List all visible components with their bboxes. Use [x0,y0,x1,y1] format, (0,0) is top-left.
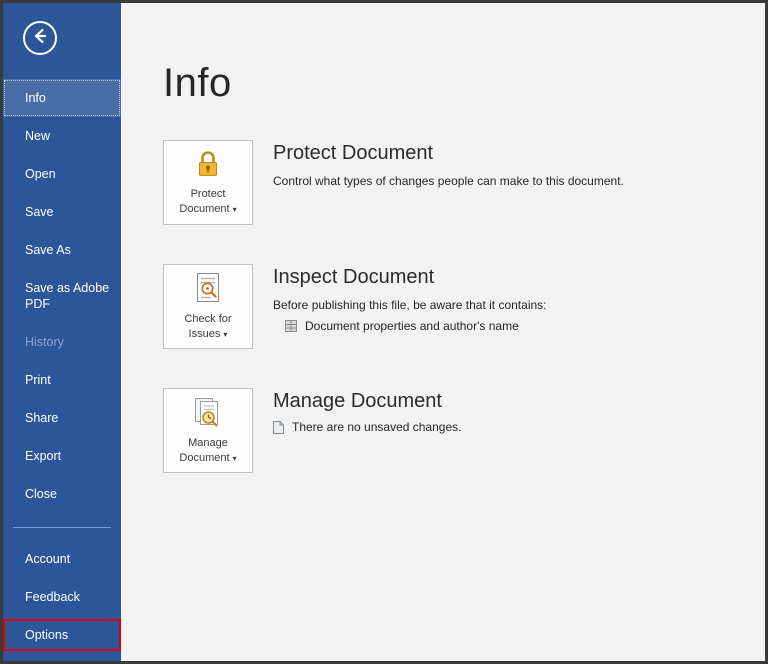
check-for-issues-button-label: Check for Issues ▾ [184,312,232,340]
section-heading: Protect Document [273,142,434,164]
section-heading: Inspect Document [273,266,435,288]
sidebar-item-info[interactable]: Info [3,79,121,117]
protect-document-text: Protect Document Control what types of c… [273,140,624,225]
bullet-text: Document properties and author's name [305,319,519,333]
bullet-text: There are no unsaved changes. [292,420,462,434]
sidebar-item-options[interactable]: Options [3,619,121,651]
inspect-document-section: Check for Issues ▾ Inspect Document Befo… [163,264,735,349]
sidebar-item-save-as-adobe-pdf[interactable]: Save as Adobe PDF [3,269,121,323]
sidebar-item-open[interactable]: Open [3,155,121,193]
manage-document-icon [192,396,224,431]
properties-icon [285,320,297,332]
info-page: Info Protect Document ▾ Protect Document… [121,3,765,661]
inspect-bullet-item: Document properties and author's name [285,319,547,333]
manage-document-text: Manage Document There are no unsaved cha… [273,388,461,473]
sidebar-item-export[interactable]: Export [3,437,121,475]
dropdown-caret-icon: ▾ [232,204,237,214]
page-title: Info [163,61,232,105]
section-description: Before publishing this file, be aware th… [273,298,547,312]
sidebar-divider [13,527,111,528]
section-heading: Manage Document [273,390,442,412]
backstage-sidebar: Info New Open Save Save As Save as Adobe… [3,3,121,661]
sidebar-item-share[interactable]: Share [3,399,121,437]
backstage-nav-bottom: Account Feedback Options [3,540,121,654]
inspect-document-icon [193,272,223,307]
check-for-issues-button[interactable]: Check for Issues ▾ [163,264,253,349]
manage-document-section: Manage Document ▾ Manage Document There … [163,388,735,473]
manage-document-button[interactable]: Manage Document ▾ [163,388,253,473]
protect-document-button-label: Protect Document ▾ [179,187,237,215]
lock-icon [193,149,223,182]
back-arrow-icon [30,26,50,51]
manage-bullet-item: There are no unsaved changes. [273,420,461,434]
sidebar-item-close[interactable]: Close [3,475,121,513]
inspect-document-text: Inspect Document Before publishing this … [273,264,547,349]
dropdown-caret-icon: ▾ [223,329,228,339]
sidebar-item-save[interactable]: Save [3,193,121,231]
sidebar-item-save-as[interactable]: Save As [3,231,121,269]
dropdown-caret-icon: ▾ [232,453,237,463]
sidebar-item-feedback[interactable]: Feedback [3,578,121,616]
sidebar-item-account[interactable]: Account [3,540,121,578]
manage-document-button-label: Manage Document ▾ [179,436,237,464]
sidebar-item-print[interactable]: Print [3,361,121,399]
sidebar-item-history: History [25,334,64,349]
word-backstage-window: Info New Open Save Save As Save as Adobe… [0,0,768,664]
document-icon [273,420,284,434]
protect-document-section: Protect Document ▾ Protect Document Cont… [163,140,735,225]
sidebar-item-new[interactable]: New [3,117,121,155]
backstage-nav: Info New Open Save Save As Save as Adobe… [3,79,121,513]
section-description: Control what types of changes people can… [273,174,624,188]
back-button[interactable] [23,21,57,55]
protect-document-button[interactable]: Protect Document ▾ [163,140,253,225]
